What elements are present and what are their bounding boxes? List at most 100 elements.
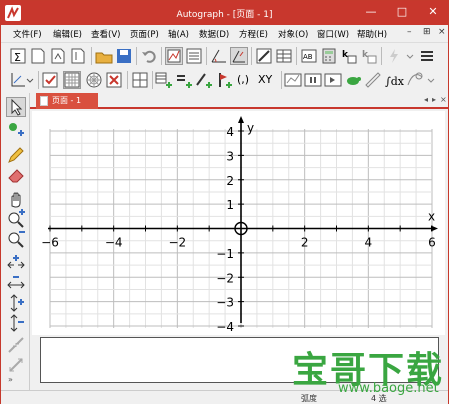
curve-tool-icon[interactable] — [406, 71, 424, 89]
undo-icon[interactable] — [140, 47, 158, 65]
sigma-icon[interactable]: Σ — [9, 47, 27, 65]
doc-minimize-icon[interactable]: – — [407, 27, 412, 37]
lightning-icon[interactable] — [385, 47, 403, 65]
add-equation-icon[interactable] — [175, 71, 193, 89]
edit-axes-icon[interactable] — [131, 71, 149, 89]
y-axis-arrow — [238, 116, 244, 123]
angle-degrees-icon[interactable] — [230, 47, 248, 65]
new-stats-page-icon[interactable] — [69, 47, 87, 65]
toolbar2-more-icon[interactable] — [426, 71, 436, 89]
x-tick-label: −6 — [41, 236, 59, 250]
tab-scroll-left-icon[interactable]: ◂ — [424, 95, 428, 104]
doc-restore-icon[interactable]: ⊞ — [423, 27, 431, 37]
x-tick-label: −4 — [105, 236, 123, 250]
zoom-out-icon[interactable] — [6, 229, 26, 249]
menu-view[interactable]: 查看(V) — [91, 28, 120, 40]
scale-x-up-icon[interactable] — [6, 253, 26, 273]
page-tab-strip: 页面 - 1 ◂ ▸ × — [30, 93, 448, 109]
list-menu-icon[interactable] — [419, 47, 437, 65]
xy-button[interactable]: XY — [258, 71, 278, 89]
menu-file[interactable]: 文件(F) — [13, 28, 42, 40]
y-tick-label: 1 — [226, 198, 234, 212]
hand-pan-icon[interactable] — [6, 189, 26, 209]
no-grid-icon[interactable] — [105, 71, 123, 89]
calculator-icon[interactable] — [320, 47, 338, 65]
tab-close-icon[interactable]: × — [440, 95, 447, 104]
new-2d-page-icon[interactable] — [29, 47, 47, 65]
toolbar-main: Σ AB k k — [1, 44, 448, 68]
title-bar: Autograph - [页面 - 1] — □ ✕ — [1, 1, 448, 25]
step-icon[interactable] — [324, 71, 342, 89]
keyboard-shortcut-icon[interactable]: k — [340, 47, 358, 65]
menu-object[interactable]: 对象(O) — [278, 28, 308, 40]
menu-page[interactable]: 页面(P) — [130, 28, 159, 40]
zoom-in-icon[interactable] — [6, 209, 26, 229]
check-icon[interactable] — [41, 71, 59, 89]
expand-icon[interactable] — [6, 355, 26, 375]
maximize-button[interactable]: □ — [387, 1, 417, 25]
text-box-icon[interactable]: AB — [300, 47, 318, 65]
close-button[interactable]: ✕ — [418, 1, 448, 25]
y-tick-label: 2 — [226, 174, 234, 188]
angle-icon[interactable] — [210, 47, 228, 65]
watermark-url: www.baoge.net — [338, 381, 439, 396]
menu-help[interactable]: 帮助(H) — [357, 28, 387, 40]
select-arrow-icon[interactable] — [6, 97, 26, 117]
add-table-icon[interactable] — [155, 71, 173, 89]
results-box-icon[interactable] — [185, 47, 203, 65]
add-point-tool-icon[interactable] — [6, 119, 26, 139]
doc-close-icon[interactable]: × — [438, 27, 446, 37]
scale-x-down-icon[interactable] — [6, 273, 26, 293]
menu-axes[interactable]: 轴(A) — [168, 28, 189, 40]
ruler-icon[interactable] — [364, 71, 382, 89]
animate-icon[interactable] — [284, 71, 302, 89]
x-axis-label: x — [428, 210, 435, 224]
slow-plot-icon[interactable] — [165, 47, 183, 65]
svg-text:∫dx: ∫dx — [385, 75, 404, 88]
coordinates-button[interactable]: (,) — [237, 71, 257, 89]
scale-y-down-icon[interactable] — [6, 313, 26, 333]
y-tick-label: −3 — [216, 296, 234, 310]
turtle-icon[interactable] — [344, 71, 362, 89]
menu-window[interactable]: 窗口(W) — [317, 28, 349, 40]
left-toolbar: » — [1, 93, 30, 393]
y-tick-label: 3 — [226, 149, 234, 163]
open-folder-icon[interactable] — [95, 47, 113, 65]
tab-scroll-right-icon[interactable]: ▸ — [432, 95, 436, 104]
minimize-button[interactable]: — — [356, 1, 386, 25]
key-icon[interactable]: k — [360, 47, 378, 65]
tab-page-1[interactable]: 页面 - 1 — [36, 93, 98, 109]
polar-grid-icon[interactable] — [85, 71, 103, 89]
save-icon[interactable] — [115, 47, 133, 65]
app-window: Autograph - [页面 - 1] — □ ✕ 文件(F) 编辑(E) 查… — [0, 0, 449, 404]
table-icon[interactable] — [275, 47, 293, 65]
axes-dropdown-icon[interactable] — [25, 71, 35, 89]
shrink-icon[interactable] — [6, 335, 26, 355]
x-tick-label: 4 — [365, 236, 373, 250]
new-3d-page-icon[interactable] — [49, 47, 67, 65]
y-tick-label: −1 — [216, 247, 234, 261]
svg-text:AB: AB — [303, 53, 313, 61]
menu-data[interactable]: 数据(D) — [199, 28, 229, 40]
eraser-icon[interactable] — [6, 165, 26, 185]
x-tick-label: 6 — [428, 236, 436, 250]
page-document-icon — [40, 96, 48, 106]
menu-edit[interactable]: 编辑(E) — [53, 28, 82, 40]
scale-y-up-icon[interactable] — [6, 293, 26, 313]
x-tick-label: −2 — [168, 236, 186, 250]
integral-icon[interactable]: ∫dx — [384, 71, 404, 89]
y-axis-label: y — [247, 121, 254, 135]
draw-mode-icon[interactable] — [255, 47, 273, 65]
grid-icon[interactable] — [63, 71, 81, 89]
add-line-icon[interactable] — [195, 71, 213, 89]
toolbar-secondary: (,) XY ∫dx — [1, 68, 448, 92]
menu-bar: 文件(F) 编辑(E) 查看(V) 页面(P) 轴(A) 数据(D) 方程(E)… — [1, 25, 448, 43]
menu-equation[interactable]: 方程(E) — [239, 28, 268, 40]
graph-canvas[interactable]: −6 −4 −2 2 4 6 4 3 2 1 −1 −2 −3 −4 x y — [32, 111, 445, 335]
x-tick-label: 2 — [301, 236, 309, 250]
add-point-icon[interactable] — [215, 71, 233, 89]
watermark: 宝哥下载 www.baoge.net — [284, 341, 446, 403]
pause-icon[interactable] — [304, 71, 322, 89]
pencil-icon[interactable] — [6, 145, 26, 165]
graph-svg[interactable]: −6 −4 −2 2 4 6 4 3 2 1 −1 −2 −3 −4 x y — [32, 111, 445, 335]
